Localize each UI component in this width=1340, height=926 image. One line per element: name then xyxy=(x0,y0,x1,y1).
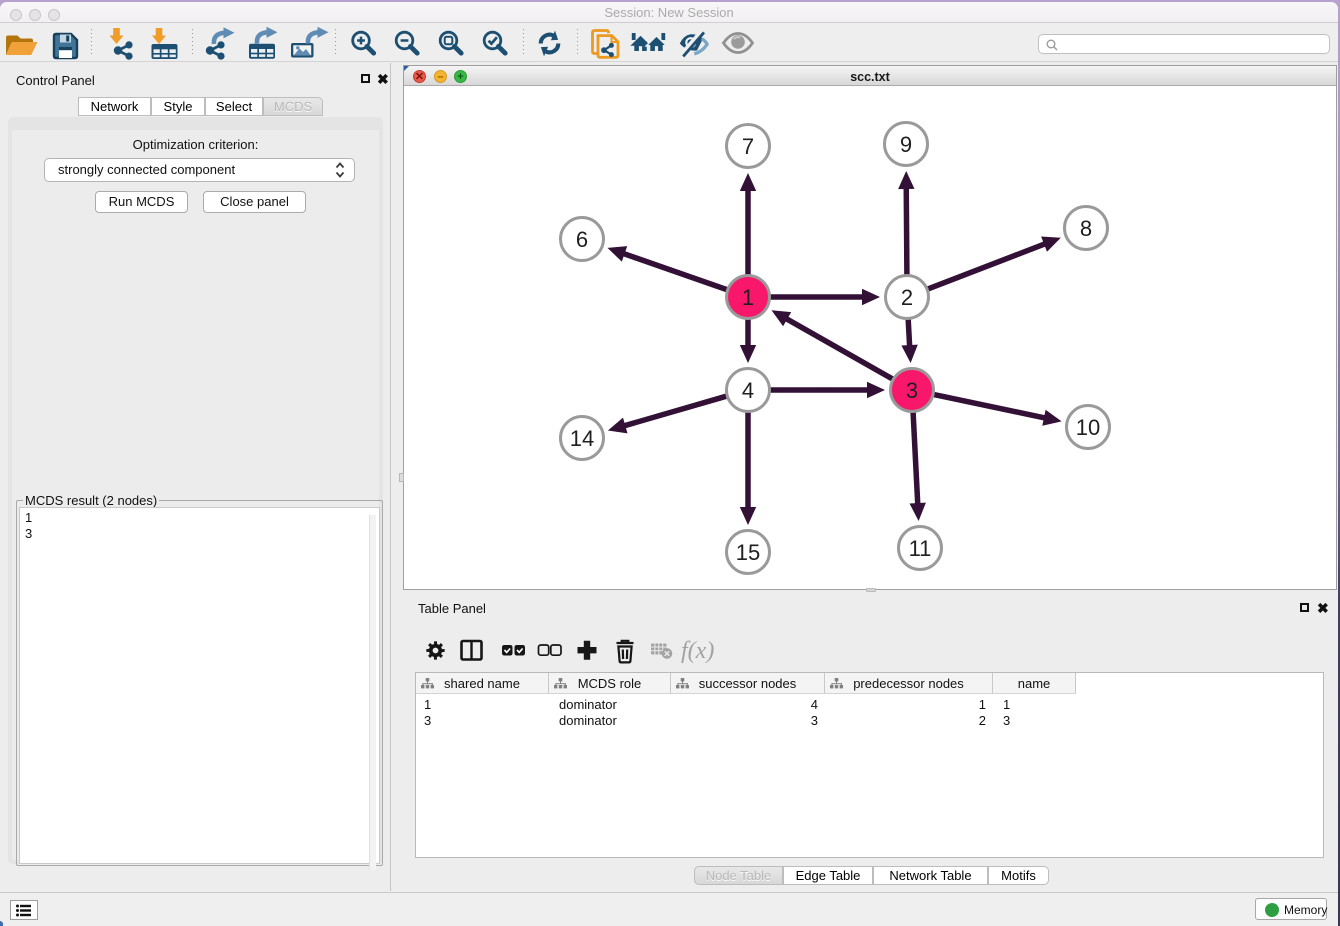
svg-text:11: 11 xyxy=(909,536,932,561)
svg-text:9: 9 xyxy=(900,132,912,157)
svg-text:6: 6 xyxy=(576,227,588,252)
svg-text:7: 7 xyxy=(742,134,754,159)
svg-text:8: 8 xyxy=(1080,216,1092,241)
svg-text:2: 2 xyxy=(901,285,913,310)
svg-text:3: 3 xyxy=(906,378,918,403)
svg-text:f(x): f(x) xyxy=(681,638,714,664)
svg-text:1: 1 xyxy=(742,285,754,310)
svg-text:10: 10 xyxy=(1076,415,1100,440)
svg-text:4: 4 xyxy=(742,378,754,403)
svg-text:15: 15 xyxy=(736,540,760,565)
svg-text:14: 14 xyxy=(570,426,594,451)
